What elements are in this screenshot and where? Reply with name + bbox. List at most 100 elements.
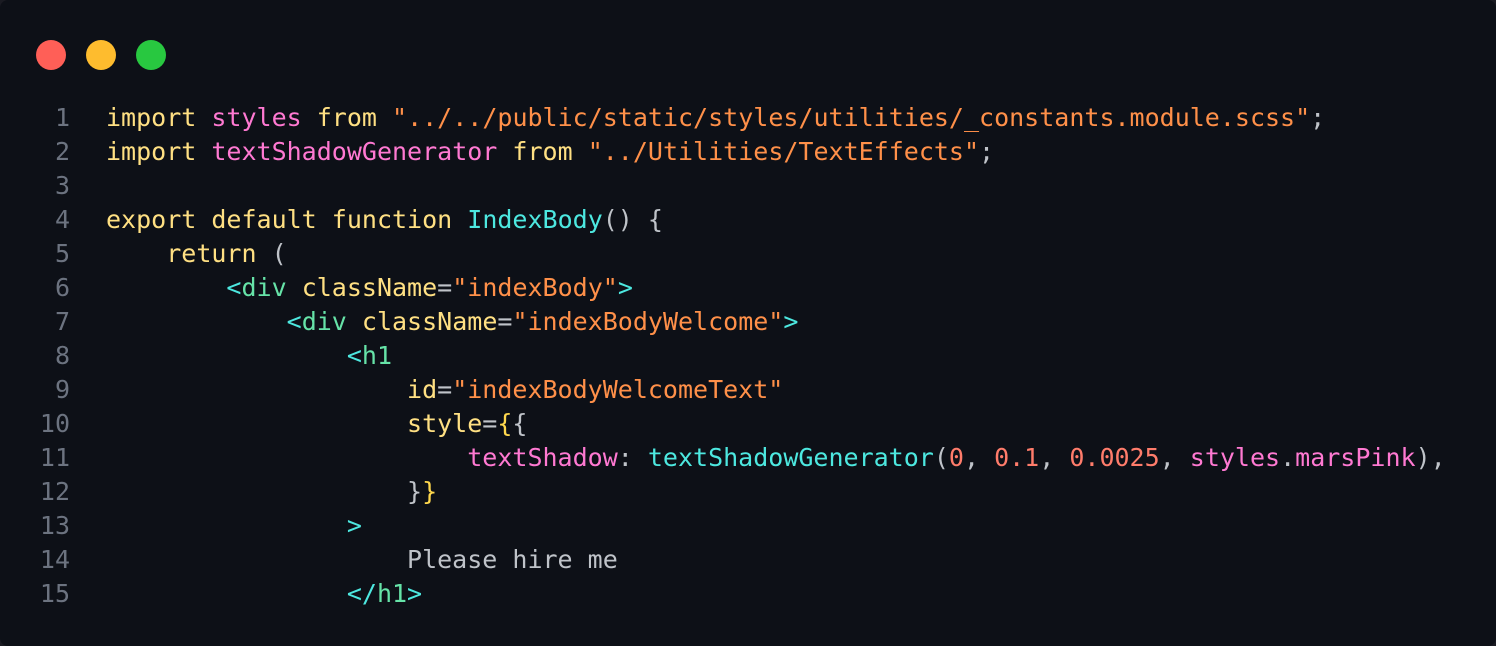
code-text: id="indexBodyWelcomeText" [106,373,783,407]
code-text: export default function IndexBody() { [106,203,663,237]
code-token-tag: < [346,341,362,370]
code-token-plain: ( [933,443,949,472]
code-token-keyword: export [106,205,197,234]
code-token-tag-name: div [301,307,347,336]
code-token-tag: </ [346,579,377,608]
code-token-brace: { [497,409,513,438]
code-token-import-name: marsPink [1295,443,1416,472]
code-token-plain: = [497,307,513,336]
code-token-tag-name: h1 [376,579,408,608]
minimize-window-button[interactable] [86,40,116,70]
code-token-plain: ; [979,137,995,166]
code-text: textShadow: textShadowGenerator(0, 0.1, … [106,441,1446,475]
code-token-plain: } [407,477,423,506]
line-number: 2 [54,137,70,166]
code-token-number: 0.1 [994,443,1040,472]
code-text: Please hire me [106,543,618,577]
code-token-plain: ), [1415,443,1446,472]
code-text: return ( [106,237,287,271]
code-token-import-name: styles [211,103,302,132]
code-token-text: Please hire me [407,545,618,574]
code-token-tag: > [346,511,362,540]
code-token-plain: , [963,443,995,472]
code-token-property: textShadow [467,443,618,472]
code-token-keyword: default [211,205,317,234]
code-token-keyword: import [106,137,197,166]
code-token-attr: id [407,375,438,404]
code-token-string: "indexBodyWelcome" [512,307,784,336]
code-token-tag-name: div [241,273,287,302]
code-token-plain: , [1159,443,1190,472]
line-number: 15 [39,579,70,608]
code-token-plain: = [437,375,453,404]
code-token-import-name: textShadowGenerator [211,137,498,166]
code-text: > [106,509,362,543]
code-token-brace: } [422,477,438,506]
code-text: import styles from "../../public/static/… [106,101,1325,135]
code-token-tag: > [407,579,423,608]
line-number: 6 [54,273,70,302]
code-token-number: 0 [948,443,964,472]
code-token-tag-name: h1 [361,341,392,370]
code-token-keyword: import [106,103,197,132]
code-token-number: 0.0025 [1069,443,1160,472]
line-number: 10 [39,409,70,438]
code-token-tag: > [617,273,633,302]
line-number: 7 [54,307,70,336]
code-token-plain: ( [256,239,287,268]
code-text: }} [106,475,437,509]
line-number: 12 [39,477,70,506]
code-token-plain: () { [602,205,663,234]
code-token-keyword: from [512,137,573,166]
close-window-button[interactable] [36,40,66,70]
code-token-plain: , [1039,443,1070,472]
code-token-plain: . [1280,443,1296,472]
maximize-window-button[interactable] [136,40,166,70]
code-token-attr: style [407,409,483,438]
code-token-string: "../../public/static/styles/utilities/_c… [392,103,1311,132]
code-token-tag: > [783,307,799,336]
code-token-plain: = [482,409,498,438]
line-number: 14 [39,545,70,574]
line-number: 1 [54,103,70,132]
code-token-import-name: styles [1189,443,1281,472]
line-number: 4 [54,205,70,234]
code-token-string: "indexBody" [452,273,618,302]
code-text: </h1> [106,577,422,611]
code-token-string: "indexBodyWelcomeText" [452,375,784,404]
line-number: 9 [54,375,70,404]
code-text: style={{ [106,407,527,441]
line-number: 8 [54,341,70,370]
code-token-function: textShadowGenerator [647,443,934,472]
code-token-tag: < [286,307,302,336]
line-number: 5 [54,239,70,268]
code-text: import textShadowGenerator from "../Util… [106,135,994,169]
code-token-plain: ; [1310,103,1326,132]
line-number: 11 [39,443,70,472]
code-window: 1 import styles from "../../public/static… [0,0,1496,646]
code-text: <h1 [106,339,392,373]
code-token-string: "../Utilities/TextEffects" [587,137,980,166]
code-token-plain: = [437,273,453,302]
code-token-function: IndexBody [467,205,603,234]
